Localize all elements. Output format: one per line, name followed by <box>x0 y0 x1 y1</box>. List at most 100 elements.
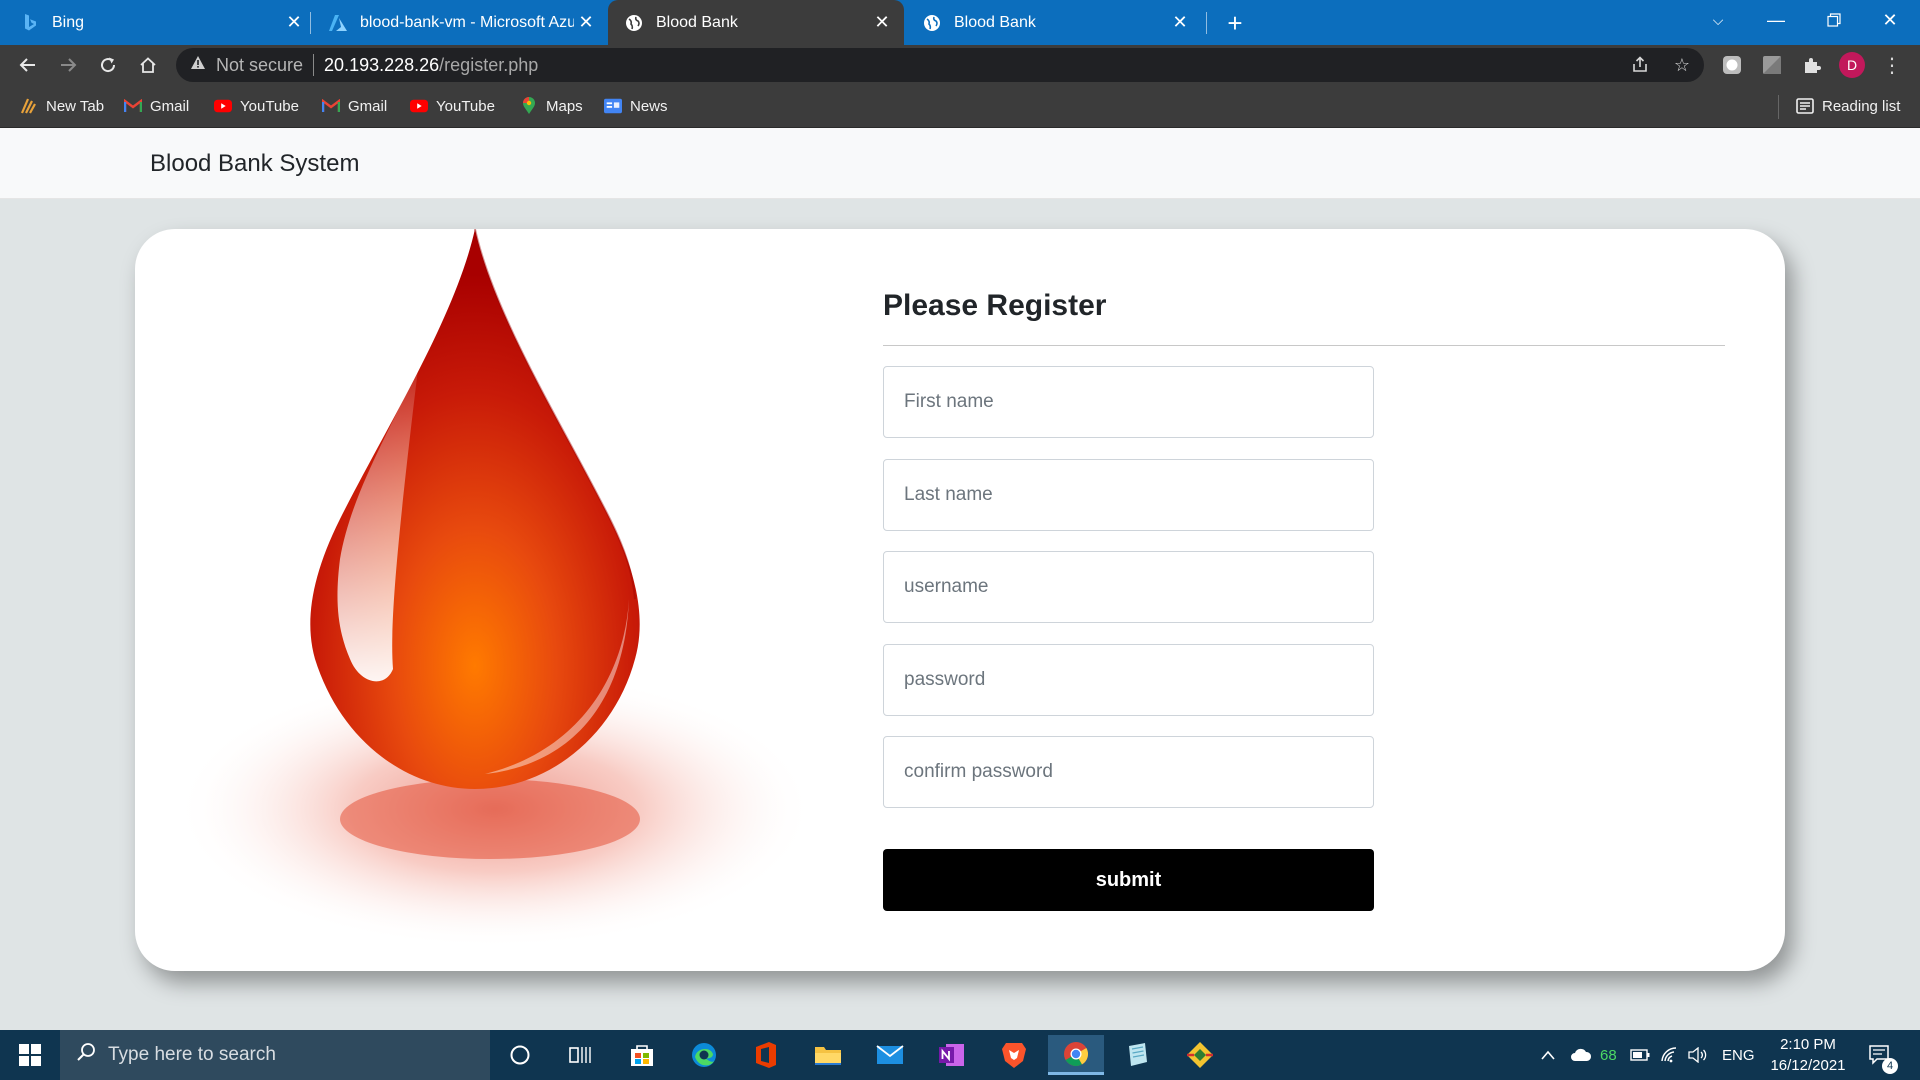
back-icon[interactable] <box>12 49 44 81</box>
extensions-puzzle-icon[interactable] <box>1798 51 1826 79</box>
tab-title: blood-bank-vm - Microsoft Azure <box>360 13 574 31</box>
restore-icon[interactable] <box>1806 0 1862 40</box>
address-bar[interactable]: Not secure 20.193.228.26/register.php <box>176 48 1704 82</box>
azure-icon <box>328 13 348 33</box>
gmail-icon <box>322 97 340 115</box>
bookmark-label: News <box>630 97 668 115</box>
close-window-icon[interactable]: ✕ <box>1862 0 1918 40</box>
bookmark-label: Gmail <box>348 97 388 115</box>
chrome-icon[interactable] <box>1048 1035 1104 1075</box>
maps-icon <box>520 97 538 115</box>
reading-list-icon <box>1796 97 1814 115</box>
taskbar-clock[interactable]: 2:10 PM 16/12/2021 <box>1760 1034 1856 1076</box>
taskbar-search-box[interactable]: Type here to search <box>60 1030 490 1080</box>
battery-icon[interactable] <box>1630 1030 1650 1080</box>
form-title: Please Register <box>883 289 1107 322</box>
file-explorer-icon[interactable] <box>800 1035 856 1075</box>
blood-drop-illustration <box>155 228 815 971</box>
forward-icon[interactable] <box>52 49 84 81</box>
tab-title: Blood Bank <box>954 13 1036 31</box>
mail-icon[interactable] <box>862 1035 918 1075</box>
reading-list-button[interactable]: Reading list <box>1796 95 1900 117</box>
url-host: 20.193.228.26 <box>324 54 440 75</box>
globe-icon <box>922 13 942 33</box>
tab-azure[interactable]: blood-bank-vm - Microsoft Azure ✕ <box>328 0 598 45</box>
url-path: /register.php <box>439 54 539 75</box>
bookmark-label: YouTube <box>436 97 495 115</box>
security-label[interactable]: Not secure <box>216 55 303 76</box>
username-input[interactable] <box>883 551 1374 623</box>
bookmark-youtube[interactable]: YouTube <box>214 95 299 117</box>
tab-blood-bank-active[interactable]: Blood Bank ✕ <box>608 0 904 45</box>
notification-count-badge: 4 <box>1882 1058 1898 1074</box>
onedrive-icon[interactable] <box>1570 1030 1592 1080</box>
extension-shield-icon[interactable] <box>1718 51 1746 79</box>
search-placeholder: Type here to search <box>108 1044 276 1065</box>
browser-tab-bar: Bing ✕ blood-bank-vm - Microsoft Azure ✕… <box>0 0 1920 45</box>
kebab-menu-icon[interactable]: ⋮ <box>1878 51 1906 79</box>
tab-search-chevron-icon[interactable]: ⌵ <box>1690 0 1746 40</box>
notepad-icon[interactable] <box>1110 1035 1166 1075</box>
submit-button[interactable]: submit <box>883 849 1374 911</box>
bookmarks-bar: New Tab Gmail YouTube Gmail YouTube Maps <box>0 85 1920 128</box>
bookmark-new-tab[interactable]: New Tab <box>20 95 104 117</box>
home-icon[interactable] <box>132 49 164 81</box>
onenote-icon[interactable] <box>924 1035 980 1075</box>
tab-blood-bank[interactable]: Blood Bank ✕ <box>906 0 1202 45</box>
bookmark-gmail[interactable]: Gmail <box>322 95 387 117</box>
notifications-icon[interactable]: 4 <box>1868 1030 1898 1080</box>
language-indicator[interactable]: ENG <box>1722 1030 1755 1080</box>
last-name-input[interactable] <box>883 459 1374 531</box>
share-icon[interactable] <box>1626 51 1654 79</box>
extension-grey-icon[interactable] <box>1758 51 1786 79</box>
brave-icon[interactable] <box>986 1035 1042 1075</box>
git-kraken-icon[interactable] <box>1172 1035 1228 1075</box>
site-brand[interactable]: Blood Bank System <box>150 150 359 178</box>
youtube-icon <box>214 97 232 115</box>
close-tab-icon[interactable]: ✕ <box>574 11 598 35</box>
address-divider <box>313 54 315 76</box>
reload-icon[interactable] <box>92 49 124 81</box>
minimize-icon[interactable]: — <box>1748 0 1804 40</box>
battery-percent: 68 <box>1600 1046 1617 1064</box>
wifi-icon[interactable] <box>1660 1030 1680 1080</box>
gmail-icon <box>124 97 142 115</box>
warning-icon[interactable] <box>190 55 206 75</box>
form-divider <box>883 345 1725 346</box>
task-view-icon[interactable] <box>552 1035 608 1075</box>
tab-separator <box>1206 12 1207 34</box>
bookmark-label: New Tab <box>46 97 105 115</box>
bookmark-star-icon[interactable]: ☆ <box>1668 51 1696 79</box>
bing-icon <box>20 13 40 33</box>
bookmark-news[interactable]: News <box>604 95 668 117</box>
register-card: Please Register submit <box>135 228 1785 971</box>
bookmark-maps[interactable]: Maps <box>520 95 583 117</box>
cortana-icon[interactable] <box>492 1035 548 1075</box>
tab-title: Blood Bank <box>656 13 738 31</box>
bookmark-youtube[interactable]: YouTube <box>410 95 495 117</box>
first-name-input[interactable] <box>883 366 1374 438</box>
tab-bing[interactable]: Bing ✕ <box>20 0 306 45</box>
close-tab-icon[interactable]: ✕ <box>870 11 894 35</box>
bookmark-label: Maps <box>546 97 583 115</box>
bookmark-gmail[interactable]: Gmail <box>124 95 189 117</box>
microsoft-store-icon[interactable] <box>614 1035 670 1075</box>
profile-avatar[interactable]: D <box>1838 51 1866 79</box>
new-tab-icon <box>20 97 38 115</box>
password-input[interactable] <box>883 644 1374 716</box>
confirm-password-input[interactable] <box>883 736 1374 808</box>
tab-separator <box>310 12 311 34</box>
close-tab-icon[interactable]: ✕ <box>1168 11 1192 35</box>
close-tab-icon[interactable]: ✕ <box>282 11 306 35</box>
site-navbar: Blood Bank System <box>0 128 1920 199</box>
bookmarks-divider <box>1778 95 1779 119</box>
new-tab-button[interactable]: + <box>1220 8 1250 38</box>
clock-date: 16/12/2021 <box>1770 1057 1846 1074</box>
edge-icon[interactable] <box>676 1035 732 1075</box>
windows-start-icon[interactable] <box>0 1030 60 1080</box>
bookmark-label: Gmail <box>150 97 190 115</box>
office-icon[interactable] <box>738 1035 794 1075</box>
tray-overflow-icon[interactable] <box>1540 1030 1556 1080</box>
reading-list-label: Reading list <box>1822 97 1901 115</box>
volume-icon[interactable] <box>1688 1030 1708 1080</box>
